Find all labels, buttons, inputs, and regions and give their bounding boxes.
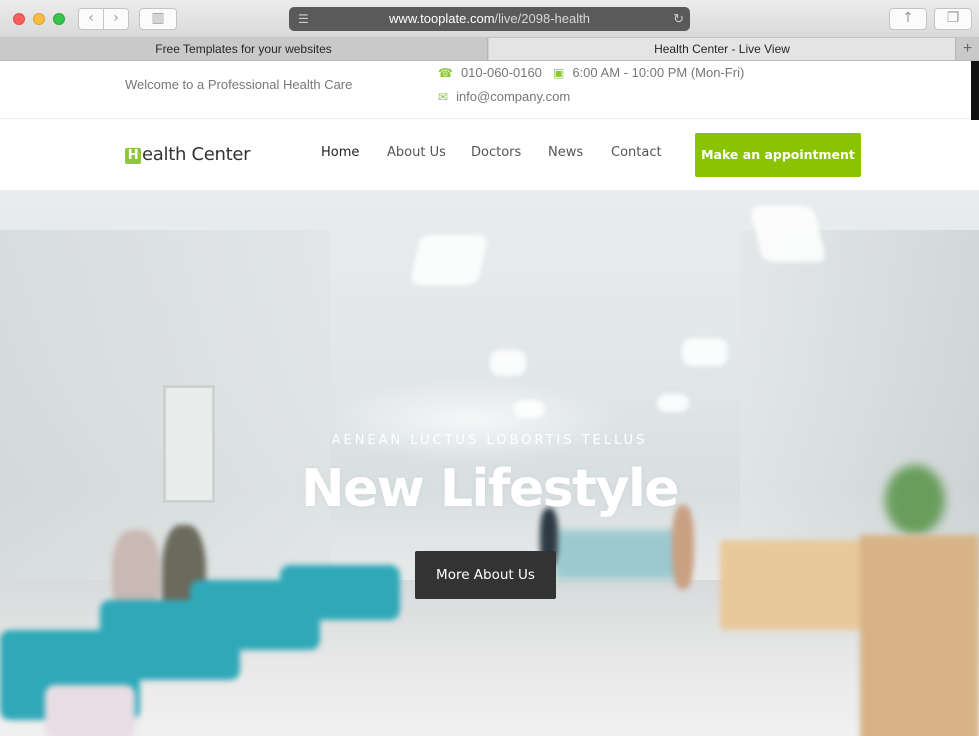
chevron-right-icon: › [113, 10, 119, 26]
main-navigation: Health Center Home About Us Doctors News… [0, 120, 979, 190]
share-icon: ↑ [902, 10, 914, 26]
make-appointment-button[interactable]: Make an appointment [695, 133, 861, 177]
address-domain: www.tooplate.com [389, 11, 495, 26]
nav-contact[interactable]: Contact [611, 145, 662, 160]
phone-icon: ☎ [438, 66, 453, 80]
plus-icon: + [962, 40, 973, 57]
browser-titlebar: ‹ › ▥ ☰ www.tooplate.com/live/2098-healt… [0, 0, 979, 38]
opening-hours: 6:00 AM - 10:00 PM (Mon-Fri) [572, 65, 745, 80]
nav-about-us[interactable]: About Us [387, 145, 446, 160]
tab-label: Health Center - Live View [654, 42, 790, 56]
hours-info: ▣ 6:00 AM - 10:00 PM (Mon-Fri) [553, 65, 744, 80]
cushion [45, 685, 135, 736]
more-about-us-button[interactable]: More About Us [415, 551, 556, 599]
phone-info: ☎ 010-060-0160 [438, 65, 542, 80]
desk-right [860, 535, 979, 736]
tabs-icon: ❐ [946, 10, 960, 26]
logo-text: ealth Center [142, 144, 251, 165]
share-button[interactable]: ↑ [889, 8, 927, 30]
reload-icon[interactable]: ↻ [673, 7, 684, 31]
ceiling-light [513, 400, 545, 418]
nav-home[interactable]: Home [321, 145, 359, 160]
desk [720, 540, 870, 630]
minimize-window-button[interactable] [33, 13, 45, 25]
address-bar[interactable]: ☰ www.tooplate.com/live/2098-health ↻ [289, 7, 690, 31]
hero-kicker: AENEAN LUCTUS LOBORTIS TELLUS [331, 433, 648, 448]
nav-news[interactable]: News [548, 145, 583, 160]
email-address[interactable]: info@company.com [456, 89, 570, 104]
logo-mark: H [125, 148, 141, 164]
ceiling-light [657, 394, 689, 412]
ceiling-light [409, 235, 489, 285]
tab-health-center[interactable]: Health Center - Live View [489, 38, 955, 60]
chevron-left-icon: ‹ [88, 10, 94, 26]
show-tabs-button[interactable]: ❐ [934, 8, 972, 30]
reader-icon[interactable]: ☰ [298, 7, 309, 31]
new-tab-button[interactable]: + [955, 38, 979, 60]
forward-button[interactable]: › [103, 8, 129, 30]
close-window-button[interactable] [13, 13, 25, 25]
maximize-window-button[interactable] [53, 13, 65, 25]
reception-counter [555, 530, 685, 580]
envelope-icon: ✉ [438, 90, 449, 104]
nav-doctors[interactable]: Doctors [471, 145, 521, 160]
tab-free-templates[interactable]: Free Templates for your websites [0, 38, 488, 60]
hero-title: New Lifestyle [300, 459, 680, 519]
tab-label: Free Templates for your websites [155, 42, 332, 56]
hero-banner: AENEAN LUCTUS LOBORTIS TELLUS New Lifest… [0, 190, 979, 736]
sidebar-toggle-button[interactable]: ▥ [139, 8, 177, 30]
waiting-chairs [0, 560, 410, 736]
back-button[interactable]: ‹ [78, 8, 104, 30]
ceiling-light [749, 206, 827, 262]
ceiling-light [682, 338, 728, 366]
calendar-icon: ▣ [553, 66, 565, 80]
chair [280, 565, 400, 620]
phone-number: 010-060-0160 [460, 65, 542, 80]
tab-bar: Free Templates for your websites Health … [0, 38, 979, 61]
address-path: /live/2098-health [494, 11, 590, 26]
welcome-text: Welcome to a Professional Health Care [125, 77, 353, 92]
sidebar-icon: ▥ [151, 10, 165, 26]
email-info: ✉ info@company.com [438, 89, 570, 104]
web-page: Welcome to a Professional Health Care ☎ 0… [0, 61, 979, 736]
site-logo[interactable]: Health Center [125, 144, 251, 165]
top-info-bar: Welcome to a Professional Health Care ☎ 0… [0, 61, 979, 133]
ceiling-light [490, 350, 526, 376]
